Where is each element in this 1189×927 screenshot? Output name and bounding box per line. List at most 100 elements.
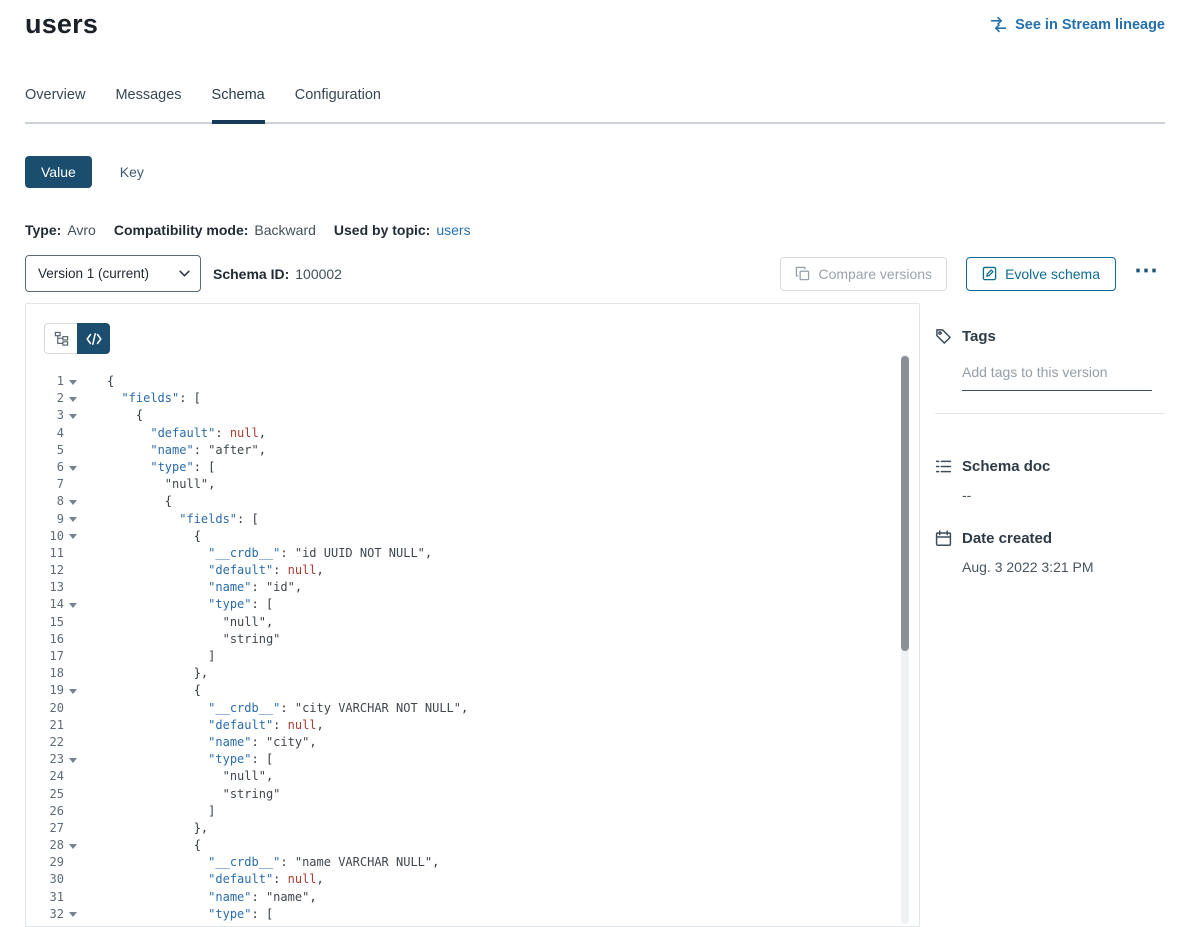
fold-column [64, 407, 81, 424]
fold-column [64, 734, 81, 751]
fold-toggle-icon[interactable] [69, 689, 77, 694]
code-text: "type": [ [107, 459, 215, 476]
more-options-button[interactable]: ⋯ [1128, 259, 1165, 289]
version-bar: Version 1 (current) Schema ID: 100002 Co… [25, 255, 1165, 292]
line-number: 3 [26, 407, 64, 424]
fold-column [64, 631, 81, 648]
code-line: 11"__crdb__": "id UUID NOT NULL", [26, 545, 919, 562]
line-number: 14 [26, 596, 64, 613]
code-line: 21"default": null, [26, 717, 919, 734]
compare-versions-button[interactable]: Compare versions [780, 257, 947, 291]
code-line: 3{ [26, 407, 919, 424]
date-created-section: Date created Aug. 3 2022 3:21 PM [935, 530, 1165, 575]
tag-icon [935, 328, 952, 345]
key-toggle-button[interactable]: Key [116, 156, 148, 188]
tab-schema[interactable]: Schema [212, 87, 265, 122]
code-text: }, [107, 820, 208, 837]
date-created-value: Aug. 3 2022 3:21 PM [962, 559, 1165, 575]
code-line: 16"string" [26, 631, 919, 648]
code-line: 6 "type": [ [26, 459, 919, 476]
schema-meta-row: Type: Avro Compatibility mode: Backward … [25, 222, 1165, 238]
fold-toggle-icon[interactable] [69, 534, 77, 539]
fold-column [64, 803, 81, 820]
editor-scrollbar-track[interactable] [901, 354, 909, 924]
code-text: { [107, 373, 114, 390]
stream-lineage-label: See in Stream lineage [1015, 17, 1165, 33]
code-line: 30"default": null, [26, 871, 919, 888]
compatibility-group: Compatibility mode: Backward [114, 222, 316, 238]
code-line: 31"name": "name", [26, 889, 919, 906]
code-view-icon [86, 333, 102, 345]
code-text: { [107, 407, 143, 424]
fold-column [64, 442, 81, 459]
code-line: 10{ [26, 528, 919, 545]
code-text: "fields": [ [107, 511, 259, 528]
code-text: "default": null, [107, 717, 324, 734]
code-line: 14 "type": [ [26, 596, 919, 613]
value-toggle-button[interactable]: Value [25, 156, 92, 188]
code-line: 23"type": [ [26, 751, 919, 768]
fold-column [64, 786, 81, 803]
line-number: 29 [26, 854, 64, 871]
fold-column [64, 700, 81, 717]
code-text: "name": "name", [107, 889, 317, 906]
compare-versions-icon [795, 266, 810, 281]
fold-toggle-icon[interactable] [69, 517, 77, 522]
line-number: 32 [26, 906, 64, 923]
code-view-button[interactable] [77, 323, 110, 354]
stream-lineage-link[interactable]: See in Stream lineage [990, 16, 1165, 33]
version-select[interactable]: Version 1 (current) [25, 255, 201, 292]
topic-link[interactable]: users [436, 222, 470, 238]
code-text: "type": [ [107, 596, 273, 613]
fold-toggle-icon[interactable] [69, 500, 77, 505]
code-line: 26] [26, 803, 919, 820]
tab-overview[interactable]: Overview [25, 87, 85, 122]
fold-toggle-icon[interactable] [69, 380, 77, 385]
fold-column [64, 562, 81, 579]
page-title: users [25, 9, 98, 40]
fold-toggle-icon[interactable] [69, 466, 77, 471]
code-text: "null", [107, 476, 215, 493]
code-line: 15"null", [26, 614, 919, 631]
code-text: "null", [107, 768, 273, 785]
line-number: 4 [26, 425, 64, 442]
content-area: 1{2"fields": [3{4"default": null,5"name"… [25, 303, 1165, 927]
compare-versions-label: Compare versions [818, 266, 932, 282]
code-text: "name": "city", [107, 734, 317, 751]
code-text: "default": null, [107, 425, 266, 442]
editor-toolbar [26, 304, 919, 354]
tags-header: Tags [935, 328, 1165, 345]
tab-bar: Overview Messages Schema Configuration [25, 87, 1165, 124]
line-number: 12 [26, 562, 64, 579]
fold-toggle-icon[interactable] [69, 844, 77, 849]
code-text: "__crdb__": "id UUID NOT NULL", [107, 545, 432, 562]
fold-toggle-icon[interactable] [69, 603, 77, 608]
code-text: "null", [107, 614, 273, 631]
fold-toggle-icon[interactable] [69, 414, 77, 419]
code-text: { [107, 493, 172, 510]
fold-column [64, 871, 81, 888]
code-text: "name": "id", [107, 579, 302, 596]
fold-toggle-icon[interactable] [69, 397, 77, 402]
tab-configuration[interactable]: Configuration [295, 87, 381, 122]
fold-column [64, 854, 81, 871]
line-number: 23 [26, 751, 64, 768]
tab-messages[interactable]: Messages [115, 87, 181, 122]
tags-input[interactable] [962, 362, 1152, 391]
code-line: 17] [26, 648, 919, 665]
editor-scrollbar-thumb[interactable] [901, 356, 909, 651]
code-text: "fields": [ [107, 390, 201, 407]
schema-doc-value: -- [962, 487, 1165, 503]
code-text: "string" [107, 786, 280, 803]
tree-view-button[interactable] [44, 323, 77, 354]
version-select-wrap: Version 1 (current) [25, 255, 201, 292]
evolve-schema-label: Evolve schema [1005, 266, 1100, 282]
code-text: ] [107, 648, 215, 665]
schema-doc-section: Schema doc -- [935, 458, 1165, 503]
fold-toggle-icon[interactable] [69, 758, 77, 763]
evolve-schema-button[interactable]: Evolve schema [966, 257, 1116, 291]
fold-toggle-icon[interactable] [69, 912, 77, 917]
fold-column [64, 751, 81, 768]
code-text: }, [107, 665, 208, 682]
line-number: 6 [26, 459, 64, 476]
